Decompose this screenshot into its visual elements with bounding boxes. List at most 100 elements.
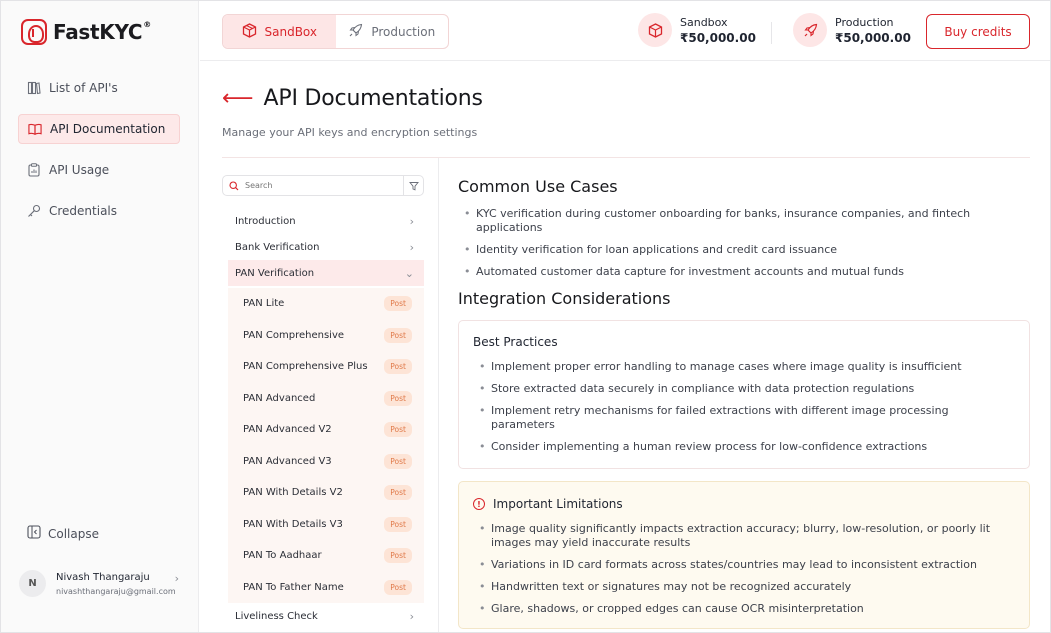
tree-category-introduction[interactable]: Introduction › — [222, 208, 424, 234]
tree-category-bank-verification[interactable]: Bank Verification › — [222, 234, 424, 260]
api-tree: Introduction › Bank Verification › PAN V… — [222, 208, 424, 629]
tree-item-pan-comprehensive[interactable]: PAN Comprehensive Post — [228, 320, 424, 352]
sidebar-item-api-usage[interactable]: API Usage — [18, 155, 180, 185]
sidebar-item-label: Credentials — [49, 204, 118, 218]
method-badge: Post — [384, 579, 412, 595]
avatar: N — [19, 570, 46, 597]
collapse-button[interactable]: Collapse — [27, 525, 99, 542]
user-info: Nivash Thangaraju nivashthangaraju@gmail… — [56, 572, 176, 596]
balance-value: ₹50,000.00 — [680, 30, 756, 45]
tree-item-pan-to-father-name[interactable]: PAN To Father Name Post — [228, 572, 424, 604]
tree-item-label: PAN With Details V2 — [243, 487, 343, 499]
sidebar-item-credentials[interactable]: Credentials — [18, 196, 180, 226]
rocket-icon — [348, 23, 363, 41]
chevron-right-icon: › — [174, 572, 179, 585]
best-practices-list: Implement proper error handling to manag… — [473, 360, 1015, 454]
production-tab[interactable]: Production — [336, 15, 449, 48]
page-subtitle: Manage your API keys and encryption sett… — [222, 126, 478, 139]
rocket-icon — [793, 13, 827, 47]
collapse-icon — [27, 525, 41, 542]
method-badge: Post — [384, 516, 412, 532]
divider — [771, 22, 772, 44]
sidebar-item-api-documentation[interactable]: API Documentation — [18, 114, 180, 144]
user-email: nivashthangaraju@gmail.com — [56, 586, 176, 596]
info-icon: ! — [473, 498, 485, 510]
production-tab-label: Production — [371, 24, 436, 39]
search-icon — [229, 176, 239, 195]
top-header: SandBox Production Sandbox ₹50,000.00 Pr… — [200, 1, 1050, 61]
tree-item-label: PAN To Father Name — [243, 581, 344, 593]
method-badge: Post — [384, 485, 412, 501]
cube-icon — [638, 13, 672, 47]
page-title: API Documentations — [263, 86, 483, 111]
tree-item-pan-to-aadhaar[interactable]: PAN To Aadhaar Post — [228, 540, 424, 572]
balance-label: Sandbox — [680, 15, 728, 29]
tree-item-pan-with-details-v2[interactable]: PAN With Details V2 Post — [228, 477, 424, 509]
tree-category-pan-verification[interactable]: PAN Verification ⌄ — [228, 260, 424, 286]
tree-item-label: PAN Advanced V2 — [243, 424, 332, 436]
logo[interactable]: FastKYC® — [21, 19, 151, 45]
section-title: Integration Considerations — [458, 289, 671, 308]
sidebar-item-list-of-apis[interactable]: List of API's — [18, 73, 180, 103]
limitations-list: Image quality significantly impacts extr… — [473, 522, 1015, 616]
list-item: Variations in ID card formats across sta… — [473, 558, 1015, 572]
card-title: Best Practices — [473, 335, 558, 349]
search-input[interactable] — [245, 181, 397, 190]
clipboard-icon — [27, 163, 41, 177]
list-item: Implement proper error handling to manag… — [473, 360, 1015, 374]
method-badge: Post — [384, 453, 412, 469]
search-box — [222, 175, 424, 196]
list-item: Automated customer data capture for inve… — [458, 265, 1030, 279]
chevron-right-icon: › — [409, 609, 414, 623]
sandbox-tab[interactable]: SandBox — [223, 15, 336, 48]
tree-item-pan-lite[interactable]: PAN Lite Post — [228, 288, 424, 320]
user-name: Nivash Thangaraju — [56, 571, 150, 583]
method-badge: Post — [384, 390, 412, 406]
sidebar-item-label: API Documentation — [50, 122, 166, 136]
use-cases-list: KYC verification during customer onboard… — [458, 207, 1030, 279]
tree-item-label: PAN Advanced — [243, 392, 316, 404]
buy-credits-button[interactable]: Buy credits — [926, 14, 1030, 49]
sandbox-balance: Sandbox ₹50,000.00 — [638, 13, 756, 47]
tree-item-pan-advanced[interactable]: PAN Advanced Post — [228, 383, 424, 415]
list-item: Store extracted data securely in complia… — [473, 382, 1015, 396]
open-book-icon — [28, 122, 42, 136]
chevron-right-icon: › — [409, 214, 414, 228]
tree-item-pan-comprehensive-plus[interactable]: PAN Comprehensive Plus Post — [228, 351, 424, 383]
card-title: ! Important Limitations — [473, 497, 1015, 511]
cube-icon — [242, 22, 257, 41]
tree-category-label: Liveliness Check — [235, 610, 318, 622]
section-title: Common Use Cases — [458, 177, 618, 196]
tree-subitems: PAN Lite Post PAN Comprehensive Post PAN C… — [228, 288, 424, 603]
tree-item-pan-with-details-v3[interactable]: PAN With Details V3 Post — [228, 509, 424, 541]
chevron-right-icon: › — [409, 240, 414, 254]
filter-icon[interactable] — [403, 176, 423, 195]
tree-item-label: PAN Lite — [243, 298, 285, 310]
production-balance-text: Production ₹50,000.00 — [835, 16, 911, 45]
list-item: Glare, shadows, or cropped edges can cau… — [473, 602, 1015, 616]
back-arrow-icon[interactable]: ⟵ — [222, 87, 254, 110]
divider — [438, 158, 439, 632]
balance-value: ₹50,000.00 — [835, 30, 911, 45]
method-badge: Post — [384, 296, 412, 312]
tree-category-label: Bank Verification — [235, 241, 320, 253]
list-item: KYC verification during customer onboard… — [458, 207, 1030, 235]
sidebar-nav: List of API's API Documentation API Usag… — [18, 73, 180, 237]
tree-item-pan-advanced-v3[interactable]: PAN Advanced V3 Post — [228, 446, 424, 478]
user-profile[interactable]: N Nivash Thangaraju nivashthangaraju@gma… — [19, 570, 181, 597]
method-badge: Post — [384, 359, 412, 375]
key-icon — [27, 204, 41, 218]
logo-text: FastKYC® — [53, 20, 151, 44]
method-badge: Post — [384, 548, 412, 564]
tree-category-label: PAN Verification — [235, 267, 315, 279]
tree-category-label: Introduction — [235, 215, 296, 227]
tree-category-liveliness-check[interactable]: Liveliness Check › — [222, 603, 424, 629]
environment-toggle: SandBox Production — [222, 14, 449, 49]
tree-item-label: PAN Comprehensive — [243, 329, 345, 341]
production-balance: Production ₹50,000.00 — [793, 13, 911, 47]
sandbox-balance-text: Sandbox ₹50,000.00 — [680, 16, 756, 45]
list-item: Consider implementing a human review pro… — [473, 440, 1015, 454]
tree-item-pan-advanced-v2[interactable]: PAN Advanced V2 Post — [228, 414, 424, 446]
list-item: Image quality significantly impacts extr… — [473, 522, 1015, 550]
sidebar-item-label: API Usage — [49, 163, 110, 177]
